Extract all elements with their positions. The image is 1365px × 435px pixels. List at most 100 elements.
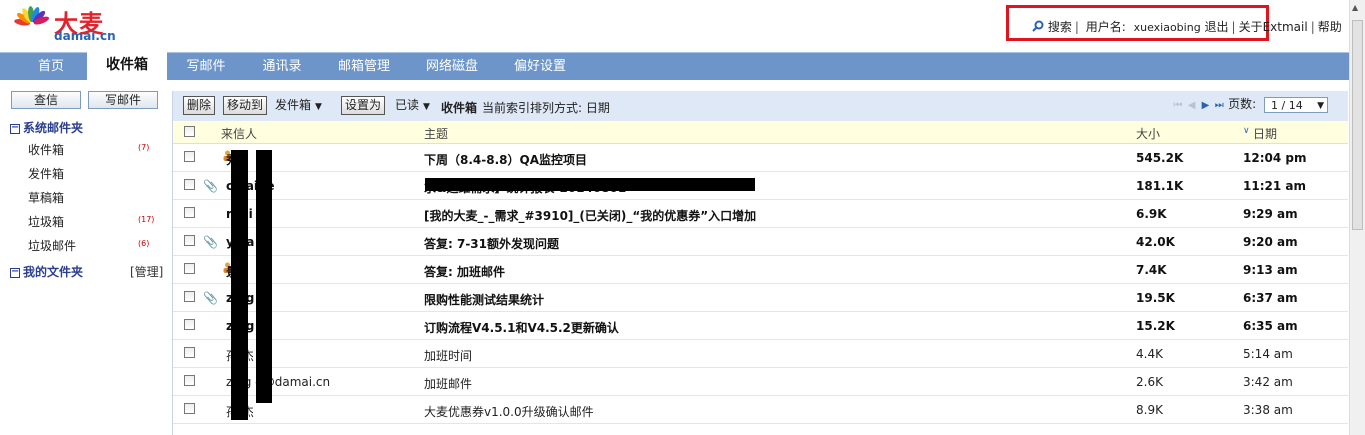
page-scrollbar[interactable]: ▲ bbox=[1349, 0, 1365, 435]
compose-button[interactable]: 写邮件 bbox=[88, 91, 158, 109]
nav-preferences[interactable]: 偏好设置 bbox=[500, 53, 580, 80]
query-button[interactable]: 查信 bbox=[11, 91, 81, 109]
nav-inbox[interactable]: 收件箱 bbox=[87, 51, 167, 80]
mail-size: 181.1K bbox=[1136, 179, 1184, 193]
folder-inbox[interactable]: 收件箱 bbox=[28, 141, 64, 158]
set-as-button[interactable]: 设置为 bbox=[341, 96, 386, 115]
nav-mailbox-manage[interactable]: 邮箱管理 bbox=[324, 53, 404, 80]
scroll-thumb[interactable] bbox=[1352, 20, 1363, 230]
collapse-icon[interactable]: − bbox=[10, 122, 20, 134]
mail-size: 42.0K bbox=[1136, 235, 1175, 249]
delete-button[interactable]: 删除 bbox=[183, 96, 216, 115]
mail-row[interactable]: r mi e[我的大麦_-_需求_#3910]_(已关闭)_“我的优惠券”入口增… bbox=[173, 199, 1348, 228]
mail-size: 2.6K bbox=[1136, 375, 1163, 389]
mail-row[interactable]: 景答复: 加班邮件7.4K9:13 am bbox=[173, 255, 1348, 284]
mail-row[interactable]: 📎c hai ie 求&运维需求】统计报表-20140801181.1K11:2… bbox=[173, 171, 1348, 200]
folder-count: (7) bbox=[138, 143, 150, 152]
sidebar: 查信 写邮件 − 系统邮件夹 收件箱 (7) 发件箱 草稿箱 垃圾箱 (17) 垃… bbox=[0, 84, 170, 435]
mail-subject[interactable]: 答复: 7-31额外发现问题 bbox=[424, 235, 559, 252]
mail-list-panel: 删除 移动到 发件箱 ▼ 设置为 已读 ▼ 收件箱 当前索引排列方式: 日期 ⏮ ◀… bbox=[172, 91, 1348, 435]
mail-checkbox[interactable] bbox=[184, 207, 195, 218]
mail-checkbox[interactable] bbox=[184, 235, 195, 246]
mail-row[interactable]: 孙 杰大麦优惠券v1.0.0升级确认邮件8.9K3:38 am bbox=[173, 395, 1348, 424]
mail-date: 6:37 am bbox=[1243, 291, 1298, 305]
flower-logo-icon bbox=[14, 6, 49, 26]
mail-subject[interactable]: 加班邮件 bbox=[424, 375, 472, 392]
mail-row[interactable]: 秀下周（8.4-8.8）QA监控项目545.2K12:04 pm bbox=[173, 143, 1348, 172]
last-page-icon[interactable]: ⏭ bbox=[1214, 100, 1224, 111]
mail-subject[interactable]: 答复: 加班邮件 bbox=[424, 263, 505, 280]
first-page-icon[interactable]: ⏮ bbox=[1173, 100, 1183, 111]
redaction-bar bbox=[425, 178, 755, 191]
pager: ⏮ ◀ ▶ ⏭ 页数: 1 / 14 ▼ bbox=[1173, 95, 1328, 113]
mail-row[interactable]: 孙 杰加班时间4.4K5:14 am bbox=[173, 339, 1348, 368]
prev-page-icon[interactable]: ◀ bbox=[1187, 100, 1197, 111]
nav-netdisk[interactable]: 网络磁盘 bbox=[412, 53, 492, 80]
mail-checkbox[interactable] bbox=[184, 291, 195, 302]
mail-date: 9:13 am bbox=[1243, 263, 1298, 277]
mail-subject[interactable]: 加班时间 bbox=[424, 347, 472, 364]
dropdown-arrow-icon: ▼ bbox=[423, 102, 430, 112]
mail-checkbox[interactable] bbox=[184, 375, 195, 386]
folder-drafts[interactable]: 草稿箱 bbox=[28, 189, 64, 206]
next-page-icon[interactable]: ▶ bbox=[1200, 100, 1210, 111]
mail-row[interactable]: z ng订购流程V4.5.1和V4.5.2更新确认15.2K6:35 am bbox=[173, 311, 1348, 340]
mail-subject[interactable]: [我的大麦_-_需求_#3910]_(已关闭)_“我的优惠券”入口增加 bbox=[424, 207, 756, 224]
mail-row[interactable]: z ng g@damai.cn 加班邮件 2.6K 3:42 am bbox=[173, 367, 1348, 396]
mail-subject[interactable]: 下周（8.4-8.8）QA监控项目 bbox=[424, 151, 587, 168]
folder-trash[interactable]: 垃圾箱 bbox=[28, 213, 64, 230]
dropdown-arrow-icon: ▼ bbox=[1317, 100, 1324, 111]
extmail-link[interactable]: Extmail bbox=[1263, 20, 1308, 34]
mail-date: 9:20 am bbox=[1243, 235, 1298, 249]
nav-home[interactable]: 首页 bbox=[15, 53, 87, 80]
redaction-bar bbox=[256, 150, 272, 403]
nav-contacts[interactable]: 通讯录 bbox=[246, 53, 318, 80]
mail-date: 11:21 am bbox=[1243, 179, 1306, 193]
move-target-select[interactable]: 发件箱 ▼ bbox=[275, 97, 322, 114]
folder-outbox[interactable]: 发件箱 bbox=[28, 165, 64, 182]
manage-folders-link[interactable]: [管理] bbox=[130, 263, 163, 280]
mail-checkbox[interactable] bbox=[184, 151, 195, 162]
username: xuexiaobing bbox=[1133, 21, 1201, 34]
logout-link[interactable]: 退出 bbox=[1205, 20, 1229, 34]
folder-spam[interactable]: 垃圾邮件 bbox=[28, 237, 76, 254]
mail-subject[interactable]: 大麦优惠券v1.0.0升级确认邮件 bbox=[424, 403, 594, 420]
sort-info: 当前索引排列方式: 日期 bbox=[482, 101, 610, 115]
mail-size: 7.4K bbox=[1136, 263, 1167, 277]
mail-checkbox[interactable] bbox=[184, 179, 195, 190]
help-link[interactable]: 帮助 bbox=[1318, 20, 1342, 34]
col-size[interactable]: 大小 bbox=[1136, 125, 1160, 142]
mail-checkbox[interactable] bbox=[184, 403, 195, 414]
mail-toolbar: 删除 移动到 发件箱 ▼ 设置为 已读 ▼ 收件箱 当前索引排列方式: 日期 ⏮ ◀… bbox=[173, 91, 1348, 121]
my-folders-header[interactable]: − 我的文件夹 bbox=[10, 263, 83, 280]
select-all-checkbox[interactable] bbox=[184, 126, 195, 137]
about-link[interactable]: 关于 bbox=[1239, 20, 1263, 34]
mail-date: 3:38 am bbox=[1243, 403, 1293, 417]
mail-date: 5:14 am bbox=[1243, 347, 1293, 361]
damai-logo[interactable]: 大麦 damai.cn bbox=[14, 4, 124, 44]
move-to-button[interactable]: 移动到 bbox=[223, 96, 268, 115]
collapse-icon[interactable]: − bbox=[10, 266, 20, 278]
col-date[interactable]: 日期 bbox=[1253, 125, 1277, 142]
col-from[interactable]: 来信人 bbox=[221, 125, 257, 142]
scroll-up-icon[interactable]: ▲ bbox=[1352, 3, 1358, 12]
attachment-icon: 📎 bbox=[203, 235, 218, 249]
mail-checkbox[interactable] bbox=[184, 263, 195, 274]
set-value-select[interactable]: 已读 ▼ bbox=[395, 97, 430, 114]
col-subject[interactable]: 主题 bbox=[424, 125, 448, 142]
page-select[interactable]: 1 / 14 ▼ bbox=[1264, 96, 1328, 113]
search-icon[interactable] bbox=[1032, 20, 1044, 32]
mail-subject[interactable]: 限购性能测试结果统计 bbox=[424, 291, 544, 308]
mail-row[interactable]: 📎y jia e答复: 7-31额外发现问题42.0K9:20 am bbox=[173, 227, 1348, 256]
system-folders-header[interactable]: − 系统邮件夹 bbox=[10, 119, 83, 136]
redaction-bar bbox=[231, 150, 248, 420]
mail-date: 9:29 am bbox=[1243, 207, 1298, 221]
nav-compose[interactable]: 写邮件 bbox=[170, 53, 242, 80]
attachment-icon: 📎 bbox=[203, 179, 218, 193]
mail-subject[interactable]: 订购流程V4.5.1和V4.5.2更新确认 bbox=[424, 319, 619, 336]
mail-checkbox[interactable] bbox=[184, 347, 195, 358]
mail-row[interactable]: 📎z ng限购性能测试结果统计19.5K6:37 am bbox=[173, 283, 1348, 312]
search-link[interactable]: 搜索 bbox=[1048, 20, 1072, 34]
mail-checkbox[interactable] bbox=[184, 319, 195, 330]
mail-date: 3:42 am bbox=[1243, 375, 1293, 389]
